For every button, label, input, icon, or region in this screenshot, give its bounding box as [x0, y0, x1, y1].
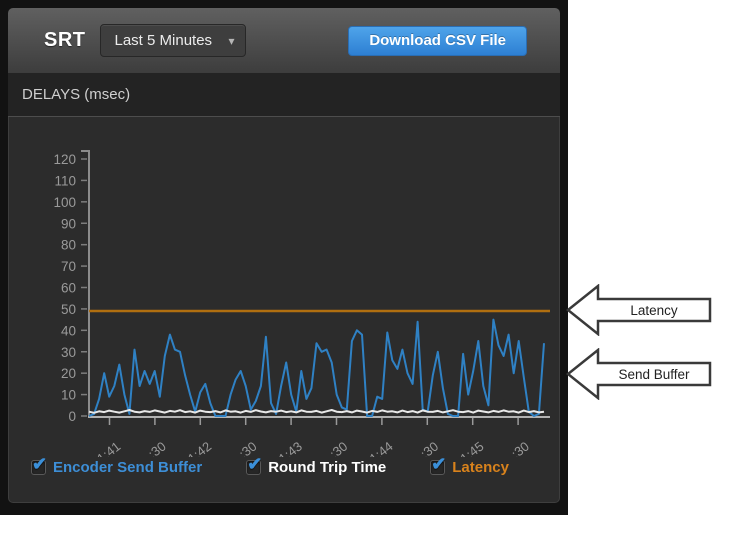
legend-item-latency[interactable]: ✔ Latency: [430, 459, 509, 476]
checkbox-round-trip-time[interactable]: ✔: [246, 460, 261, 475]
svg-text:40: 40: [61, 323, 76, 338]
checkbox-latency[interactable]: ✔: [430, 460, 445, 475]
checkmark-icon: ✔: [247, 454, 262, 475]
checkbox-encoder-send-buffer[interactable]: ✔: [31, 460, 46, 475]
svg-text:11:42: 11:42: [180, 439, 214, 457]
svg-text:11:43: 11:43: [271, 439, 305, 457]
time-range-dropdown[interactable]: Last 5 Minutes ▾: [100, 24, 246, 57]
checkmark-icon: ✔: [431, 454, 446, 475]
legend-item-round-trip-time[interactable]: ✔ Round Trip Time: [246, 459, 386, 476]
svg-text::30: :30: [327, 439, 350, 457]
chart-panel: 0 10 20 30 40 50 60 70 80 90 100 110 120 11:41 :30 11:4…: [8, 117, 560, 503]
srt-stats-panel: SRT Last 5 Minutes ▾ Download CSV File D…: [0, 0, 568, 515]
time-range-value: Last 5 Minutes: [115, 32, 213, 49]
download-csv-button[interactable]: Download CSV File: [348, 26, 527, 56]
annotation-label: Latency: [630, 303, 678, 318]
svg-text:90: 90: [61, 216, 76, 231]
svg-text:100: 100: [53, 195, 76, 210]
svg-text:11:45: 11:45: [452, 439, 486, 457]
svg-text::30: :30: [508, 439, 531, 457]
header-bar: SRT Last 5 Minutes ▾ Download CSV File: [8, 8, 560, 73]
svg-text::30: :30: [145, 439, 168, 457]
svg-text:0: 0: [68, 409, 76, 424]
chevron-down-icon: ▾: [228, 34, 234, 48]
annotation-label: Send Buffer: [618, 367, 690, 382]
svg-text:11:44: 11:44: [362, 439, 396, 457]
send-buffer-annotation-arrow: Send Buffer: [566, 348, 714, 400]
svg-text:80: 80: [61, 238, 76, 253]
screen: SRT Last 5 Minutes ▾ Download CSV File D…: [0, 0, 730, 534]
legend-label: Round Trip Time: [268, 459, 386, 476]
svg-text:110: 110: [54, 173, 76, 188]
legend-item-encoder-send-buffer[interactable]: ✔ Encoder Send Buffer: [31, 459, 202, 476]
svg-text:10: 10: [61, 388, 76, 403]
section-title: DELAYS (msec): [22, 86, 130, 103]
svg-text:120: 120: [53, 152, 76, 167]
svg-text:30: 30: [61, 345, 76, 360]
chart-legend: ✔ Encoder Send Buffer ✔ Round Trip Time …: [9, 459, 559, 476]
svg-text:11:41: 11:41: [89, 439, 123, 457]
legend-label: Latency: [452, 459, 509, 476]
checkmark-icon: ✔: [32, 454, 47, 475]
app-title: SRT: [44, 29, 86, 52]
svg-text:70: 70: [61, 259, 76, 274]
latency-annotation-arrow: Latency: [566, 284, 714, 336]
svg-text:50: 50: [61, 302, 76, 317]
section-header: DELAYS (msec): [8, 73, 560, 117]
svg-text:20: 20: [61, 366, 76, 381]
delays-chart: 0 10 20 30 40 50 60 70 80 90 100 110 120 11:41 :30 11:4…: [9, 117, 559, 457]
legend-label: Encoder Send Buffer: [53, 459, 202, 476]
svg-text:60: 60: [61, 281, 76, 296]
